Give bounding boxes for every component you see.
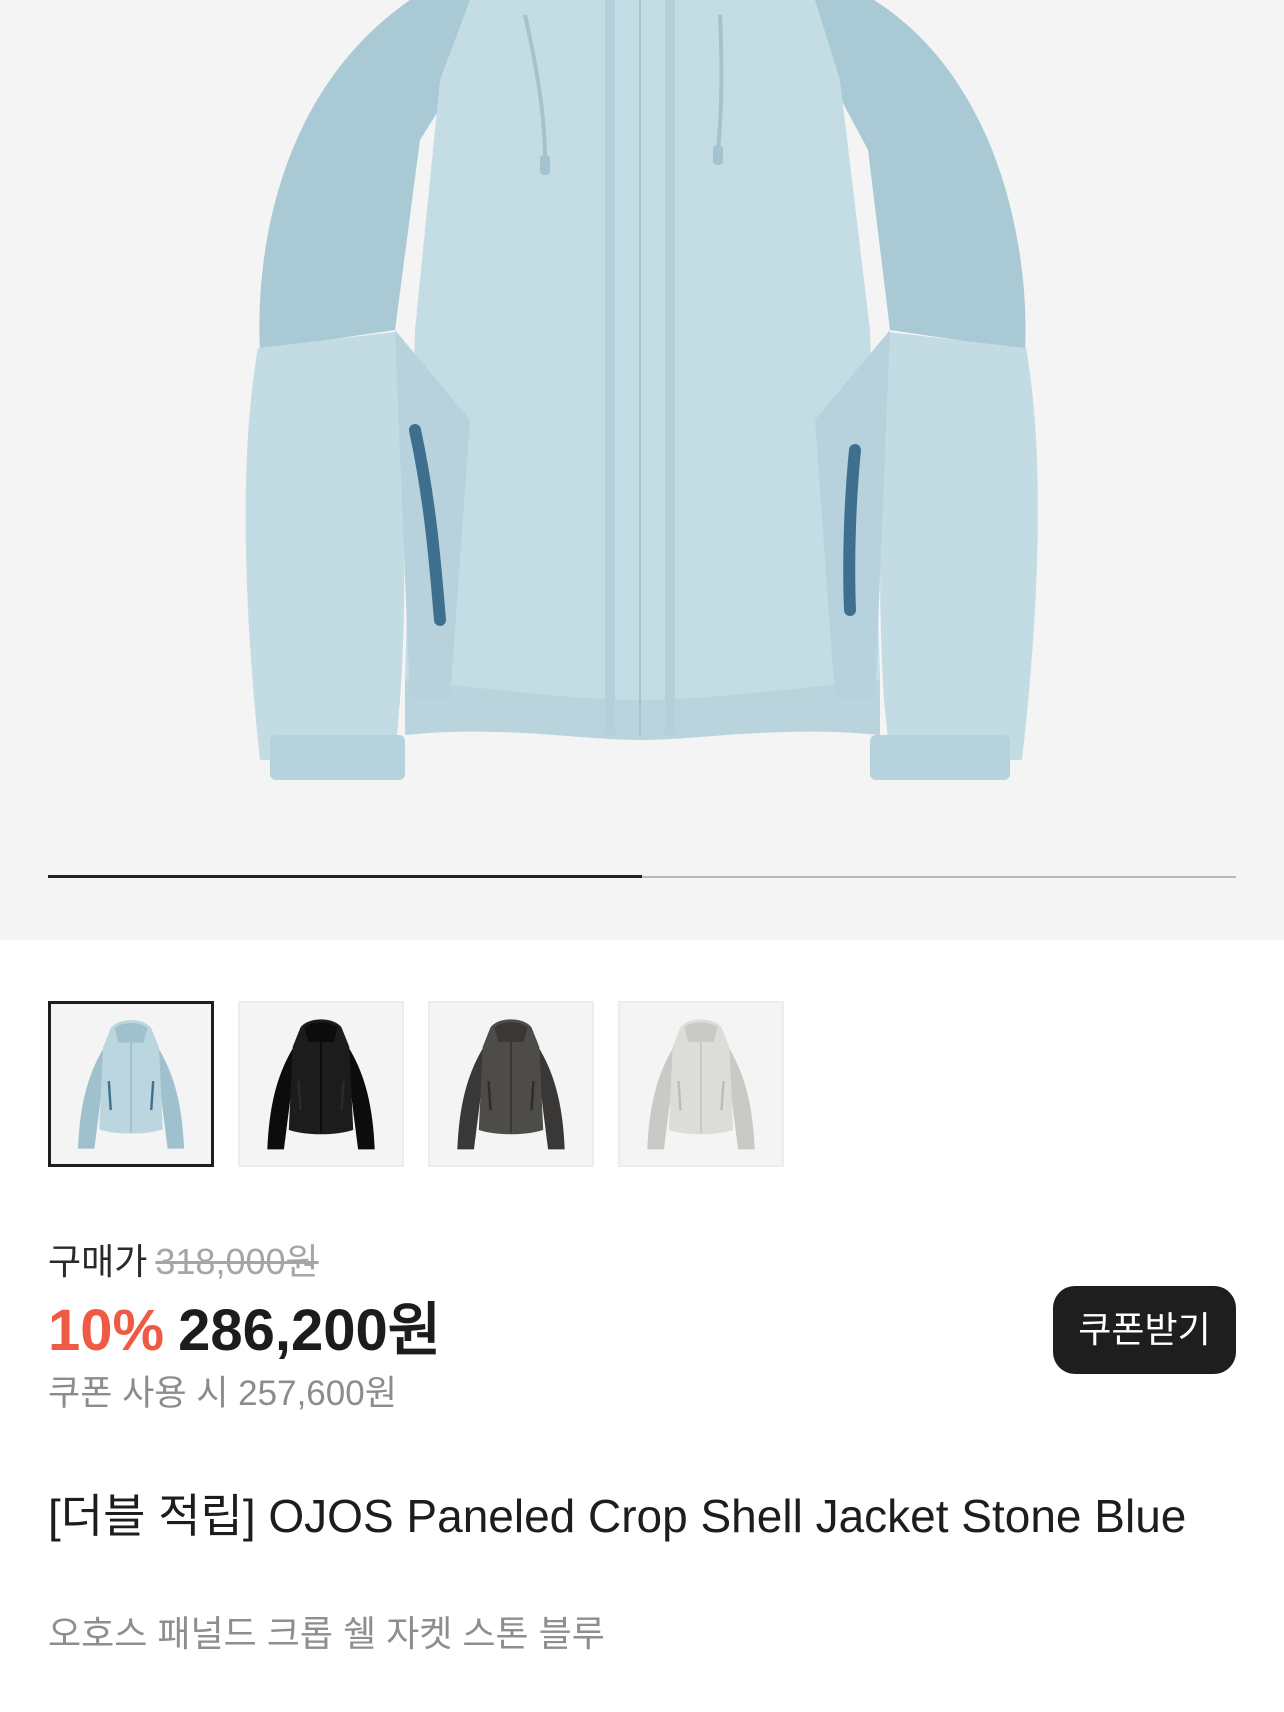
discount-rate: 10% [48,1298,165,1363]
sale-price: 286,200원 [178,1298,442,1363]
thumbnail-black[interactable] [238,1001,404,1167]
jacket-main-image [245,0,1038,780]
product-image-carousel[interactable] [0,0,1284,940]
thumbnail-charcoal[interactable] [428,1001,594,1167]
get-coupon-button[interactable]: 쿠폰받기 [1053,1286,1236,1374]
thumbnail-stone-blue[interactable] [48,1001,214,1167]
original-price: 318,000원 [155,1241,319,1282]
jacket-thumbnail-image [267,1019,375,1150]
price-label: 구매가 [48,1241,148,1282]
carousel-progress-bar [48,875,1236,878]
coupon-price: 쿠폰 사용 시 257,600원 [48,1374,397,1413]
sale-price-row: 10% 286,200원 [48,1296,441,1366]
carousel-progress-fill [48,875,642,878]
jacket-thumbnail-image [457,1019,565,1150]
product-subtitle: 오호스 패널드 크롭 쉘 자켓 스톤 블루 [48,1613,605,1654]
price-label-row: 구매가 318,000원 [48,1240,319,1284]
jacket-thumbnail-image [647,1019,755,1150]
product-title: [더블 적립] OJOS Paneled Crop Shell Jacket S… [48,1490,1187,1542]
color-thumbnail-list [48,1001,784,1167]
thumbnail-light-grey[interactable] [618,1001,784,1167]
product-detail-page: 구매가 318,000원 10% 286,200원 쿠폰 사용 시 257,600원… [0,0,1284,1712]
jacket-thumbnail-image [77,1020,185,1149]
